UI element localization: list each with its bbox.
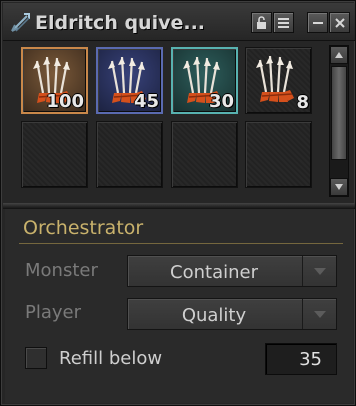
inventory-slot-filled[interactable]: 8 — [245, 47, 312, 114]
menu-icon — [278, 17, 289, 28]
refill-threshold-input[interactable]: 35 — [265, 343, 337, 375]
scroll-thumb[interactable] — [331, 66, 347, 160]
monster-dropdown-arrow[interactable] — [302, 256, 336, 286]
title-bar[interactable]: Eldritch quive... — [3, 3, 355, 41]
player-select-value: Quality — [181, 305, 247, 326]
arrow-up-icon — [335, 52, 343, 58]
inventory-slot-empty[interactable] — [96, 121, 163, 188]
minimize-button[interactable] — [307, 12, 328, 33]
lock-icon — [257, 15, 266, 29]
inventory-slot-empty[interactable] — [21, 121, 88, 188]
close-icon — [334, 17, 345, 28]
section-underline — [19, 243, 343, 244]
player-dropdown-arrow[interactable] — [302, 299, 336, 329]
minimize-icon — [312, 21, 323, 24]
monster-select[interactable]: Container — [127, 255, 337, 287]
inventory-slot-empty[interactable] — [171, 121, 238, 188]
window-title: Eldritch quive... — [35, 12, 206, 34]
scroll-down-button[interactable] — [330, 178, 348, 196]
lock-button[interactable] — [251, 12, 272, 33]
container-window: Eldritch quive... 100 45 30 8 Orchestrat… — [0, 0, 356, 406]
section-title: Orchestrator — [23, 217, 144, 239]
arrow-down-icon — [335, 184, 343, 190]
monster-select-value: Container — [170, 262, 258, 283]
inventory-slot-empty[interactable] — [245, 121, 312, 188]
inventory-slot-filled[interactable]: 45 — [96, 47, 163, 114]
item-count: 100 — [46, 91, 84, 112]
inventory-scrollbar[interactable] — [329, 45, 349, 197]
close-button[interactable] — [329, 12, 350, 33]
quiver-icon — [11, 13, 30, 32]
player-select[interactable]: Quality — [127, 298, 337, 330]
menu-button[interactable] — [273, 12, 294, 33]
monster-label: Monster — [25, 260, 98, 281]
refill-checkbox[interactable] — [25, 347, 47, 369]
item-count: 30 — [208, 91, 234, 112]
player-label: Player — [25, 302, 82, 323]
item-count: 8 — [296, 92, 309, 113]
inventory-slot-filled[interactable]: 100 — [21, 47, 88, 114]
item-count: 45 — [133, 91, 159, 112]
chevron-down-icon — [313, 310, 326, 318]
chevron-down-icon — [313, 267, 326, 275]
inventory-slot-filled[interactable]: 30 — [171, 47, 238, 114]
scroll-up-button[interactable] — [330, 46, 348, 64]
inventory-grid: 100 45 30 8 — [15, 41, 325, 201]
refill-label: Refill below — [59, 348, 163, 369]
